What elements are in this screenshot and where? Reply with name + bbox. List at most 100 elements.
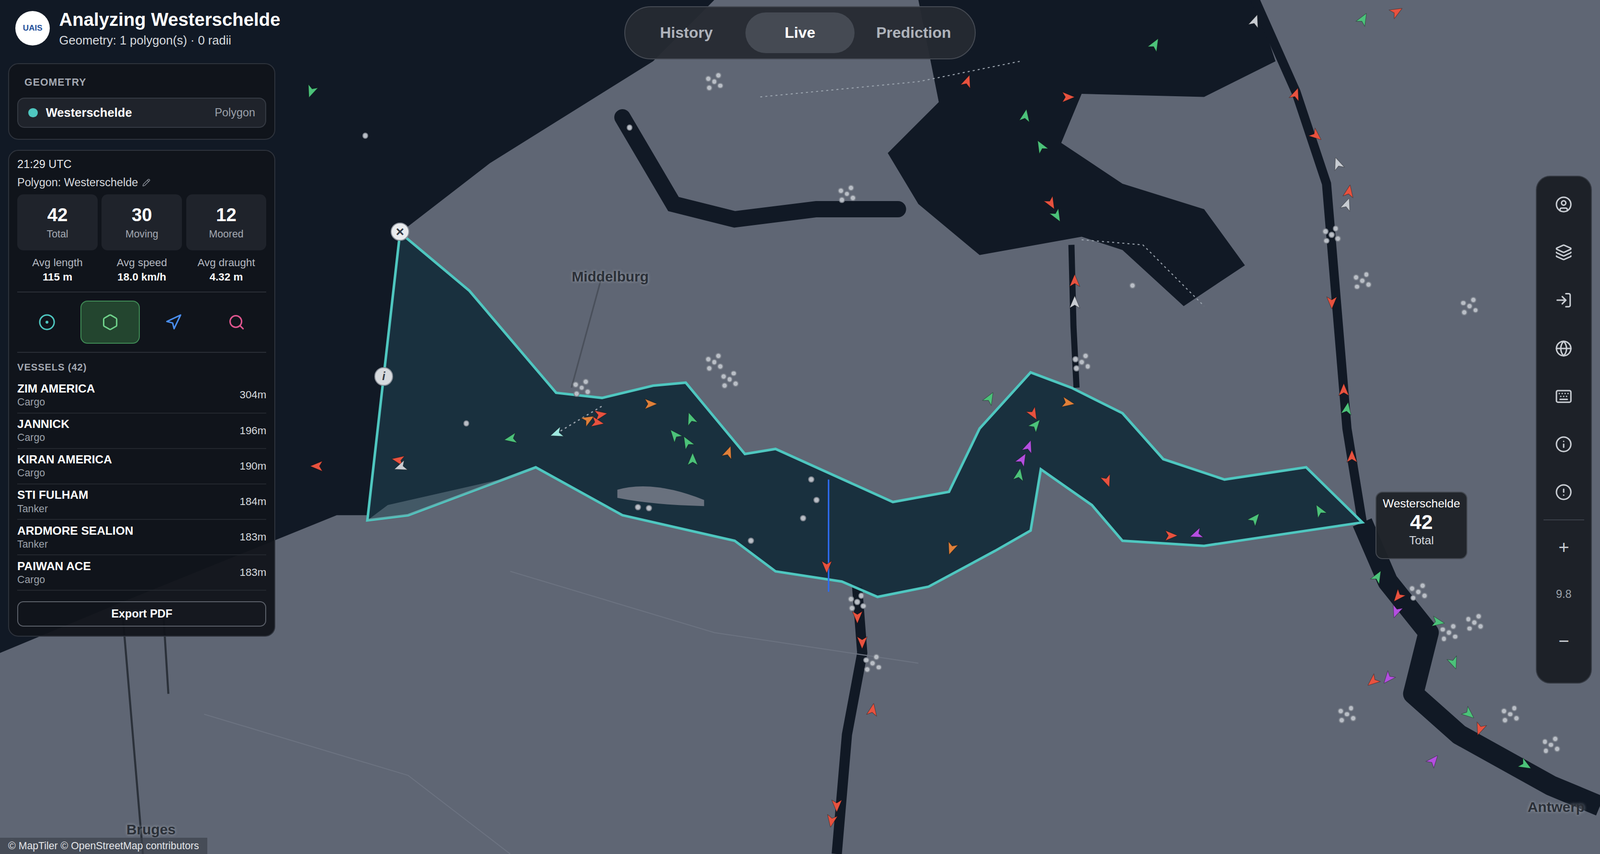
vessel-marker-icon[interactable] bbox=[1337, 383, 1351, 396]
westerschelde-polygon[interactable] bbox=[367, 232, 1363, 598]
moored-vessel-marker[interactable] bbox=[720, 373, 727, 380]
polygon-close-button[interactable]: × bbox=[390, 222, 409, 241]
moored-vessel-marker[interactable] bbox=[1328, 231, 1335, 238]
moored-vessel-marker[interactable] bbox=[1554, 745, 1561, 753]
moored-vessel-marker[interactable] bbox=[847, 596, 855, 603]
vessel-marker-icon[interactable] bbox=[1068, 274, 1082, 287]
moored-vessel-marker[interactable] bbox=[706, 84, 713, 91]
moored-vessel-marker[interactable] bbox=[1419, 582, 1426, 589]
moored-vessel-marker[interactable] bbox=[1332, 225, 1340, 232]
vessel-marker-icon[interactable] bbox=[1345, 450, 1359, 463]
moored-vessel-marker[interactable] bbox=[800, 515, 807, 522]
moored-vessel-marker[interactable] bbox=[732, 380, 739, 387]
vessel-marker-icon[interactable] bbox=[1012, 467, 1027, 482]
moored-vessel-marker[interactable] bbox=[1552, 735, 1559, 743]
moored-vessel-marker[interactable] bbox=[1072, 356, 1079, 363]
moored-vessel-marker[interactable] bbox=[1513, 715, 1520, 722]
moored-vessel-marker[interactable] bbox=[711, 78, 718, 85]
geometry-item[interactable]: WesterscheldePolygon bbox=[17, 97, 267, 128]
vessel-marker-icon[interactable] bbox=[1018, 108, 1033, 123]
moored-vessel-marker[interactable] bbox=[837, 187, 845, 194]
toolbar-button[interactable] bbox=[1543, 468, 1585, 517]
edit-icon[interactable] bbox=[142, 178, 151, 187]
moored-vessel-marker[interactable] bbox=[848, 605, 856, 612]
moored-vessel-marker[interactable] bbox=[1359, 277, 1366, 284]
moored-vessel-marker[interactable] bbox=[1466, 625, 1473, 632]
zoom-in-button[interactable]: + bbox=[1543, 523, 1585, 572]
tool-button[interactable] bbox=[17, 300, 77, 344]
vessel-marker-icon[interactable] bbox=[1340, 401, 1355, 416]
toolbar-button[interactable] bbox=[1543, 324, 1585, 373]
moored-vessel-marker[interactable] bbox=[717, 363, 724, 370]
vessel-row[interactable]: STI FULHAMTanker184m bbox=[17, 484, 267, 520]
moored-vessel-marker[interactable] bbox=[705, 356, 712, 363]
vessel-marker-icon[interactable] bbox=[865, 702, 880, 717]
moored-vessel-marker[interactable] bbox=[721, 382, 728, 389]
moored-vessel-marker[interactable] bbox=[1507, 711, 1514, 718]
vessel-marker-icon[interactable] bbox=[1431, 615, 1446, 630]
moored-vessel-marker[interactable] bbox=[1542, 738, 1549, 745]
vessel-marker-icon[interactable] bbox=[1341, 183, 1357, 199]
toolbar-button[interactable] bbox=[1543, 228, 1585, 277]
vessel-marker-icon[interactable] bbox=[503, 431, 518, 447]
vessel-marker-icon[interactable] bbox=[1165, 529, 1178, 542]
toolbar-button[interactable] bbox=[1543, 276, 1585, 325]
tool-button[interactable] bbox=[207, 300, 267, 344]
vessel-marker-icon[interactable] bbox=[830, 800, 844, 813]
vessel-marker-icon[interactable] bbox=[644, 397, 658, 411]
vessel-row[interactable]: ARDMORE SEALIONTanker183m bbox=[17, 519, 267, 556]
moored-vessel-marker[interactable] bbox=[1460, 300, 1467, 307]
vessel-marker-icon[interactable] bbox=[851, 611, 864, 624]
vessel-marker-icon[interactable] bbox=[310, 460, 323, 473]
tool-button[interactable] bbox=[144, 300, 204, 344]
vessel-marker-icon[interactable] bbox=[686, 452, 699, 466]
moored-vessel-marker[interactable] bbox=[645, 505, 653, 512]
moored-vessel-marker[interactable] bbox=[715, 72, 722, 79]
export-pdf-button[interactable]: Export PDF bbox=[17, 601, 267, 627]
moored-vessel-marker[interactable] bbox=[1343, 711, 1351, 718]
moored-vessel-marker[interactable] bbox=[864, 666, 871, 673]
moored-vessel-marker[interactable] bbox=[1415, 588, 1422, 596]
moored-vessel-marker[interactable] bbox=[1078, 359, 1085, 366]
moored-vessel-marker[interactable] bbox=[1445, 629, 1453, 636]
moored-vessel-marker[interactable] bbox=[1365, 281, 1372, 288]
toolbar-button[interactable] bbox=[1543, 180, 1585, 229]
vessel-marker-icon[interactable] bbox=[1068, 295, 1082, 309]
toolbar-button[interactable] bbox=[1543, 420, 1585, 469]
moored-vessel-marker[interactable] bbox=[854, 598, 861, 606]
moored-vessel-marker[interactable] bbox=[1334, 235, 1341, 242]
moored-vessel-marker[interactable] bbox=[875, 664, 882, 671]
moored-vessel-marker[interactable] bbox=[1350, 715, 1357, 722]
vessel-row[interactable]: ZIM AMERICACargo304m bbox=[17, 377, 267, 414]
toolbar-button[interactable] bbox=[1543, 372, 1585, 421]
moored-vessel-marker[interactable] bbox=[808, 476, 815, 483]
vessel-marker-icon[interactable] bbox=[1325, 296, 1339, 310]
moored-vessel-marker[interactable] bbox=[1348, 705, 1355, 712]
vessel-marker-icon[interactable] bbox=[824, 814, 839, 829]
moored-vessel-marker[interactable] bbox=[1450, 623, 1457, 630]
moored-vessel-marker[interactable] bbox=[1511, 705, 1518, 712]
vessel-row[interactable]: PAIWAN ACECargo183m bbox=[17, 555, 267, 591]
polygon-info-button[interactable]: i bbox=[374, 367, 393, 386]
moored-vessel-marker[interactable] bbox=[572, 381, 579, 388]
moored-vessel-marker[interactable] bbox=[869, 660, 876, 667]
moored-vessel-marker[interactable] bbox=[1337, 708, 1344, 715]
vessel-row[interactable]: JANNICKCargo196m bbox=[17, 413, 267, 450]
moored-vessel-marker[interactable] bbox=[1363, 271, 1370, 278]
moored-vessel-marker[interactable] bbox=[1084, 363, 1092, 370]
vessel-marker-icon[interactable] bbox=[590, 415, 606, 430]
moored-vessel-marker[interactable] bbox=[1421, 592, 1428, 599]
moored-vessel-marker[interactable] bbox=[582, 378, 589, 385]
moored-vessel-marker[interactable] bbox=[1466, 303, 1473, 310]
moored-vessel-marker[interactable] bbox=[705, 75, 712, 82]
mode-tab[interactable]: History bbox=[631, 12, 742, 54]
moored-vessel-marker[interactable] bbox=[1475, 613, 1482, 620]
moored-vessel-marker[interactable] bbox=[813, 496, 820, 504]
moored-vessel-marker[interactable] bbox=[847, 184, 855, 192]
moored-vessel-marker[interactable] bbox=[1073, 365, 1080, 372]
moored-vessel-marker[interactable] bbox=[626, 124, 633, 131]
vessel-marker-icon[interactable] bbox=[1062, 90, 1075, 104]
moored-vessel-marker[interactable] bbox=[573, 390, 580, 397]
moored-vessel-marker[interactable] bbox=[362, 132, 369, 139]
moored-vessel-marker[interactable] bbox=[1461, 309, 1468, 316]
